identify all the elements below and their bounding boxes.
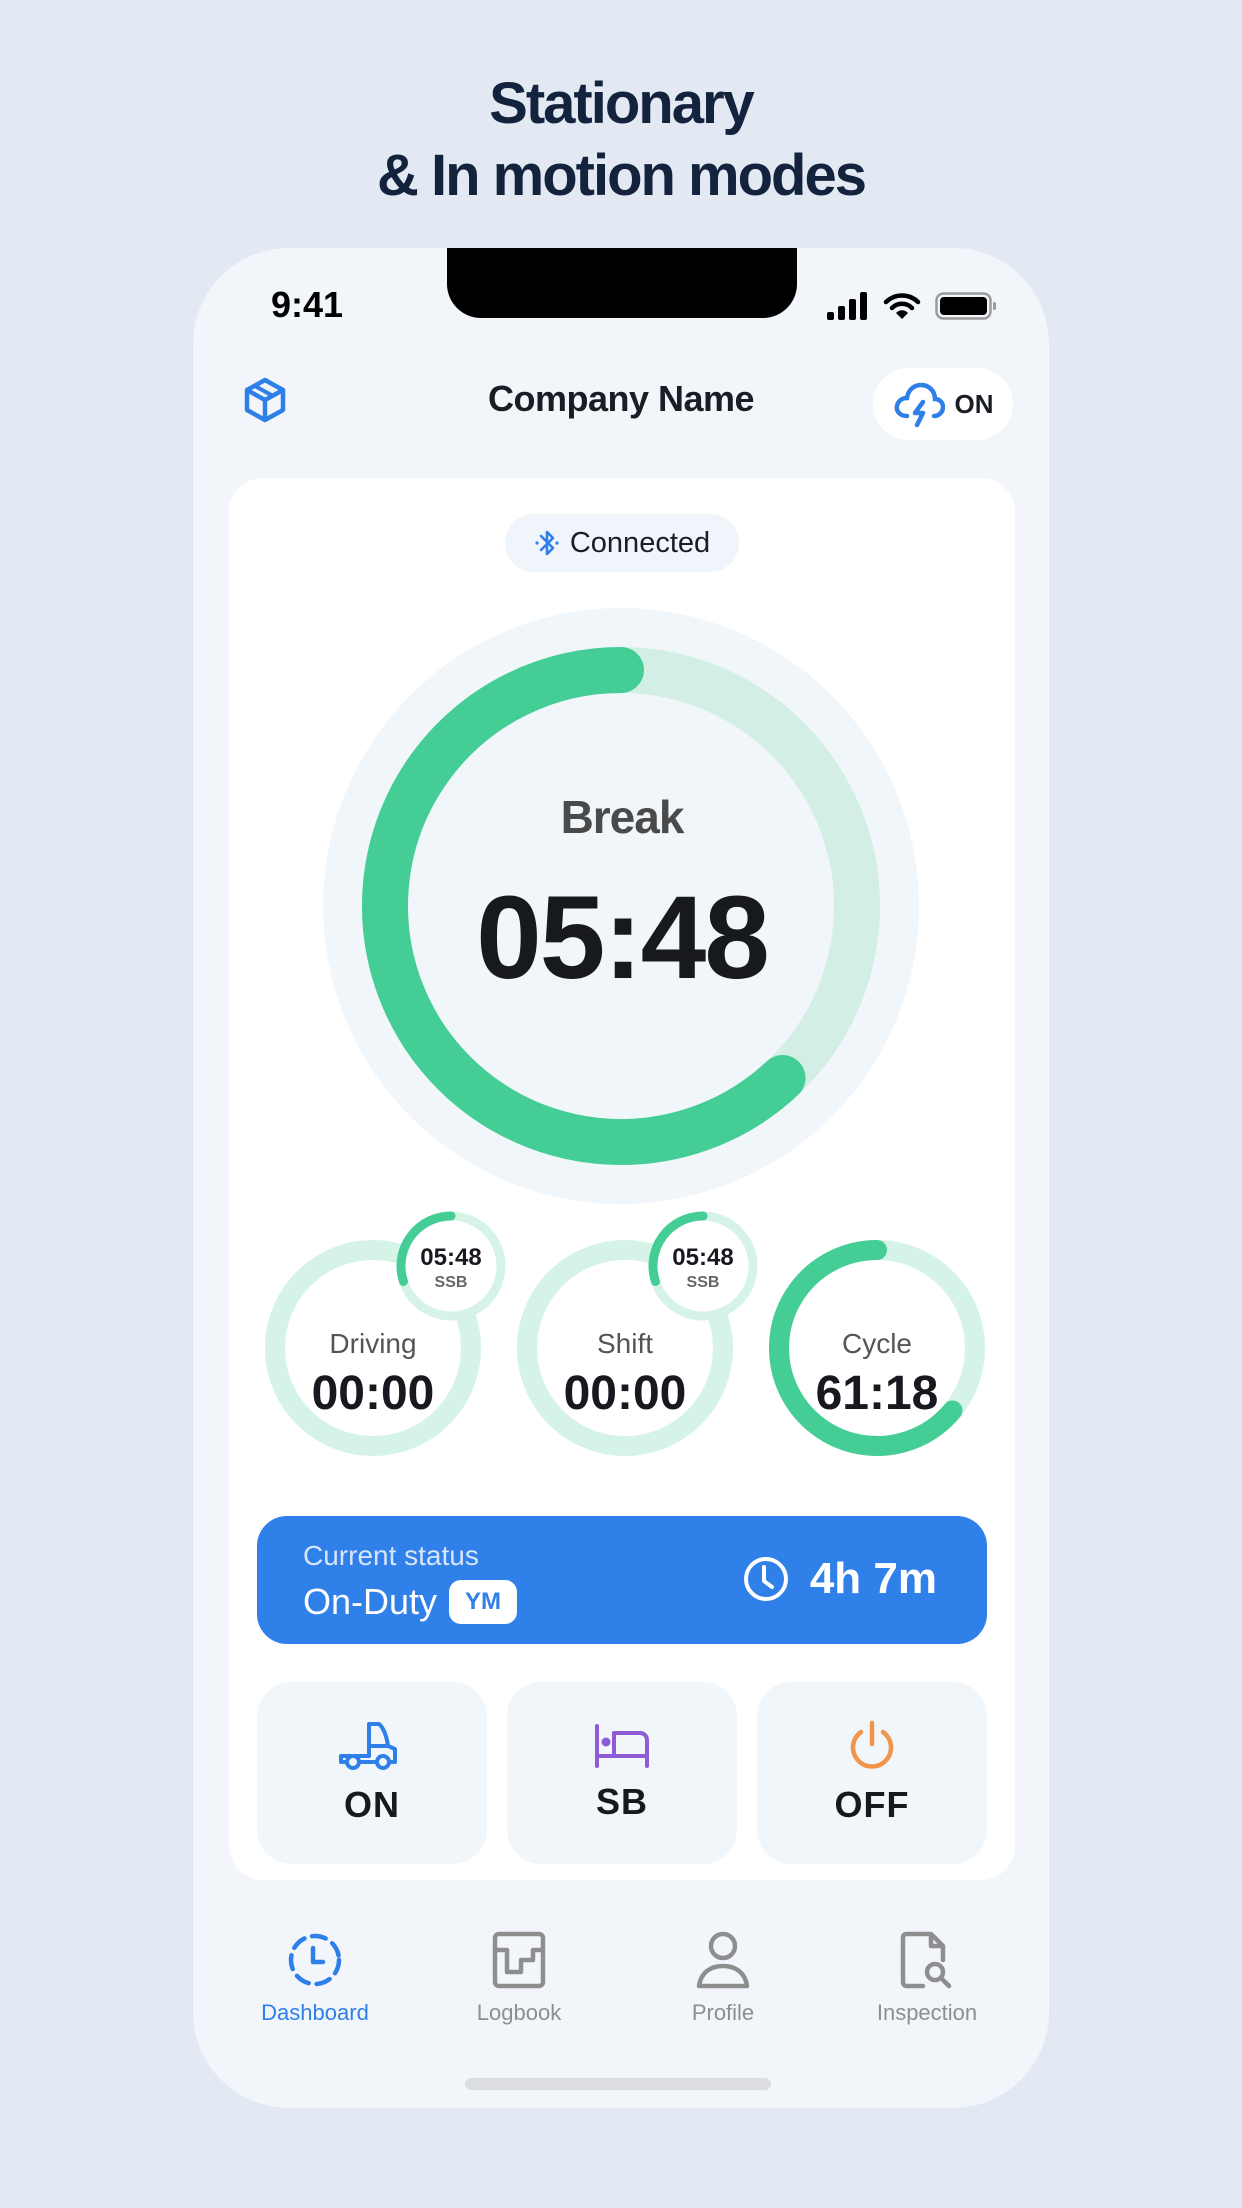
tab-dashboard[interactable]: Dashboard <box>213 1930 417 2050</box>
tab-profile[interactable]: Profile <box>621 1930 825 2050</box>
shift-label: Shift <box>596 1328 654 1359</box>
shift-value: 00:00 <box>563 1367 687 1420</box>
bottom-tab-bar: Dashboard Logbook Profile Inspection <box>213 1930 1029 2050</box>
cycle-timer[interactable]: Cycle 61:18 <box>767 1238 1007 1478</box>
current-status-banner[interactable]: Current status On-Duty YM 4h 7m <box>257 1516 987 1644</box>
cycle-label: Cycle <box>841 1328 912 1359</box>
status-bar-time: 9:41 <box>271 284 344 325</box>
mode-sb-button[interactable]: SB <box>507 1682 737 1864</box>
ssb-label: SSB <box>686 1274 720 1291</box>
ssb-value: 05:48 <box>420 1244 482 1271</box>
current-status-row: On-Duty YM <box>303 1580 518 1624</box>
bed-icon <box>595 1724 649 1768</box>
notch <box>447 248 797 318</box>
wifi-icon <box>883 293 921 319</box>
status-duration: 4h 7m <box>742 1554 937 1604</box>
connection-status-pill[interactable]: Connected <box>505 514 739 572</box>
status-duration-value: 4h 7m <box>809 1554 937 1603</box>
driving-ssb-badge[interactable]: 05:48 SSB <box>393 1208 509 1324</box>
home-indicator[interactable] <box>465 2078 771 2090</box>
shift-ssb-badge[interactable]: 05:48 SSB <box>645 1208 761 1324</box>
mode-off-label: OFF <box>834 1784 910 1825</box>
headline-line-1: Stationary <box>489 71 755 136</box>
headline-line-2: & In motion modes <box>377 143 867 208</box>
connection-status-label: Connected <box>569 526 711 559</box>
mode-off-button[interactable]: OFF <box>757 1682 987 1864</box>
current-status-value: On-Duty <box>303 1581 438 1622</box>
driving-value: 00:00 <box>311 1367 435 1420</box>
ssb-label: SSB <box>434 1274 468 1291</box>
phone-screen: 9:41 Company Name ON Connected Break 05:… <box>193 248 1049 2108</box>
headline: Stationary & In motion modes <box>0 68 1242 212</box>
ssb-value: 05:48 <box>672 1244 734 1271</box>
power-icon <box>850 1720 894 1769</box>
cellular-signal-icon <box>827 292 867 320</box>
tab-inspection-label: Inspection <box>876 2000 978 2025</box>
battery-icon <box>935 292 996 320</box>
tab-logbook[interactable]: Logbook <box>417 1930 621 2050</box>
truck-icon <box>339 1722 397 1770</box>
clock-icon <box>743 1557 788 1601</box>
mode-on-button[interactable]: ON <box>257 1682 487 1864</box>
status-bar-icons <box>825 292 997 320</box>
mode-sb-label: SB <box>595 1781 648 1822</box>
shift-timer[interactable]: Shift 00:00 05:48 SSB <box>515 1211 758 1478</box>
sync-toggle-button[interactable]: ON <box>873 368 1013 440</box>
duty-mode-buttons: ON SB OFF <box>257 1682 987 1864</box>
cycle-value: 61:18 <box>815 1367 939 1420</box>
tab-inspection[interactable]: Inspection <box>825 1930 1029 2050</box>
inspection-icon <box>900 1931 952 1989</box>
bluetooth-icon <box>535 530 559 556</box>
mode-on-label: ON <box>344 1784 400 1825</box>
yard-move-badge: YM <box>449 1580 518 1624</box>
tab-dashboard-label: Dashboard <box>261 2000 369 2025</box>
profile-icon <box>696 1931 750 1989</box>
dashboard-clock-icon <box>288 1933 342 1987</box>
main-timer-value: 05:48 <box>476 872 770 1004</box>
main-timer-label: Break <box>560 791 685 843</box>
tab-logbook-label: Logbook <box>476 2000 562 2025</box>
logbook-icon <box>492 1931 546 1989</box>
cloud-lightning-icon <box>894 382 945 428</box>
driving-label: Driving <box>329 1328 417 1359</box>
tab-profile-label: Profile <box>691 2000 755 2025</box>
dashboard-card: Connected Break 05:48 Driving 00:00 05:4… <box>229 478 1015 1880</box>
driving-timer[interactable]: Driving 00:00 05:48 SSB <box>263 1211 506 1478</box>
sync-status-label: ON <box>954 388 994 419</box>
current-status-caption: Current status <box>303 1540 479 1571</box>
